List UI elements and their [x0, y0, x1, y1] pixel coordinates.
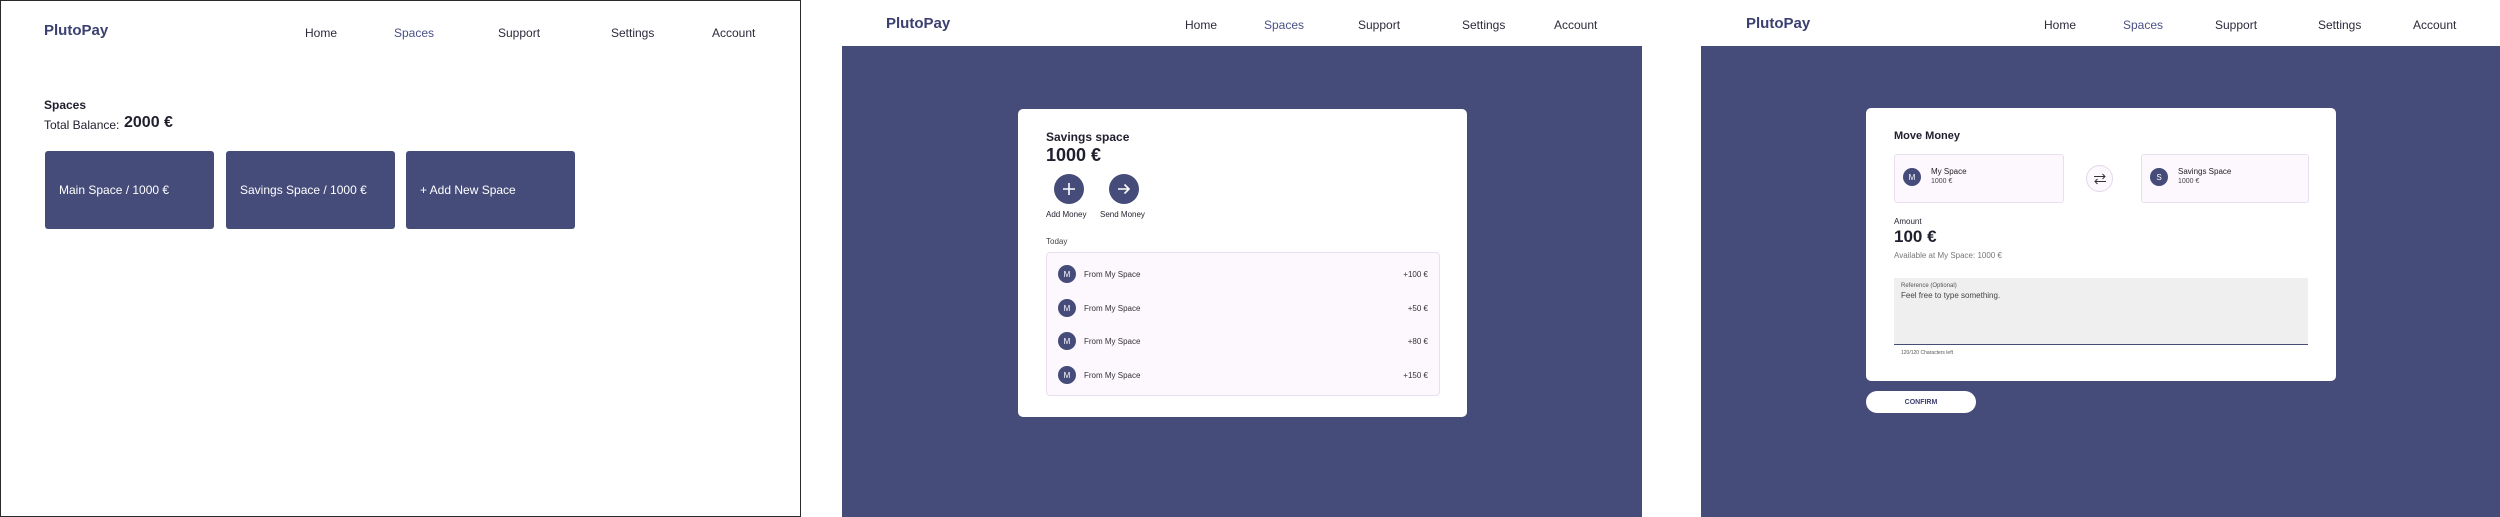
spaces-screen: PlutoPay Home Spaces Support Settings Ac…	[0, 0, 801, 517]
confirm-button[interactable]: CONFIRM	[1866, 391, 1976, 413]
avatar: M	[1058, 366, 1076, 384]
logo[interactable]: PlutoPay	[1746, 15, 1810, 32]
savings-card: Savings space 1000 € Add Money Send Mone…	[1018, 109, 1467, 417]
send-money-button[interactable]	[1109, 174, 1139, 204]
logo[interactable]: PlutoPay	[44, 22, 108, 39]
char-count: 120/120 Characters left	[1901, 350, 1953, 356]
nav-support[interactable]: Support	[1358, 18, 1400, 32]
main-space-tile[interactable]: Main Space / 1000 €	[45, 151, 214, 229]
to-account-name: Savings Space	[2178, 167, 2232, 176]
nav-settings[interactable]: Settings	[1462, 18, 1505, 32]
move-money-card: Move Money M My Space 1000 € S Savings S…	[1866, 108, 2336, 381]
add-money-label[interactable]: Add Money	[1046, 210, 1086, 219]
page-title: Spaces	[44, 98, 87, 112]
reference-placeholder: Feel free to type something.	[1901, 291, 2001, 300]
savings-space-tile[interactable]: Savings Space / 1000 €	[226, 151, 395, 229]
amount-input[interactable]: 100 €	[1894, 227, 1937, 247]
avatar: M	[1058, 299, 1076, 317]
swap-button[interactable]	[2086, 165, 2113, 192]
transaction-amount: +80 €	[1407, 337, 1428, 346]
top-nav: PlutoPay Home Spaces Support Settings Ac…	[1701, 0, 2500, 46]
transaction-amount: +100 €	[1403, 270, 1428, 279]
from-account-name: My Space	[1931, 167, 1967, 176]
nav-spaces[interactable]: Spaces	[1264, 18, 1304, 32]
nav-account[interactable]: Account	[2413, 18, 2456, 32]
avatar: M	[1058, 265, 1076, 283]
nav-account[interactable]: Account	[712, 26, 755, 40]
nav-home[interactable]: Home	[305, 26, 337, 40]
to-account[interactable]: S Savings Space 1000 €	[2141, 154, 2309, 203]
nav-home[interactable]: Home	[2044, 18, 2076, 32]
reference-field[interactable]: Reference (Optional) Feel free to type s…	[1894, 278, 2308, 345]
avatar: S	[2150, 168, 2168, 186]
list-item[interactable]: M From My Space +150 €	[1047, 359, 1439, 393]
list-item[interactable]: M From My Space +80 €	[1047, 325, 1439, 359]
send-money-label[interactable]: Send Money	[1100, 210, 1145, 219]
plus-icon	[1063, 183, 1075, 195]
transaction-amount: +50 €	[1407, 304, 1428, 313]
list-item[interactable]: M From My Space +100 €	[1047, 258, 1439, 292]
avatar: M	[1903, 168, 1921, 186]
space-amount: 1000 €	[1046, 145, 1102, 165]
total-balance-label: Total Balance:	[44, 118, 120, 132]
nav-support[interactable]: Support	[2215, 18, 2257, 32]
available-balance-text: Available at My Space: 1000 €	[1894, 251, 2002, 260]
move-money-screen: PlutoPay Home Spaces Support Settings Ac…	[1701, 0, 2500, 517]
top-nav: PlutoPay Home Spaces Support Settings Ac…	[842, 0, 1642, 46]
to-account-balance: 1000 €	[2178, 178, 2200, 185]
logo[interactable]: PlutoPay	[886, 15, 950, 32]
arrow-right-icon	[1118, 183, 1131, 195]
list-item[interactable]: M From My Space +50 €	[1047, 292, 1439, 326]
card-title: Move Money	[1894, 130, 1961, 142]
amount-label: Amount	[1894, 217, 1922, 226]
from-account-balance: 1000 €	[1931, 178, 1953, 185]
total-balance-value: 2000 €	[124, 114, 173, 131]
transaction-label: From My Space	[1084, 337, 1141, 346]
nav-spaces[interactable]: Spaces	[394, 26, 434, 40]
from-account[interactable]: M My Space 1000 €	[1894, 154, 2064, 203]
add-money-button[interactable]	[1054, 174, 1084, 204]
nav-account[interactable]: Account	[1554, 18, 1597, 32]
swap-arrows-icon	[2093, 173, 2106, 184]
nav-spaces[interactable]: Spaces	[2123, 18, 2163, 32]
nav-settings[interactable]: Settings	[611, 26, 654, 40]
transaction-label: From My Space	[1084, 304, 1141, 313]
space-title: Savings space	[1046, 130, 1130, 144]
avatar: M	[1058, 332, 1076, 350]
top-nav: PlutoPay Home Spaces Support Settings Ac…	[1, 1, 800, 61]
savings-space-screen: PlutoPay Home Spaces Support Settings Ac…	[842, 0, 1642, 517]
transaction-label: From My Space	[1084, 371, 1141, 380]
transaction-label: From My Space	[1084, 270, 1141, 279]
transaction-amount: +150 €	[1403, 371, 1428, 380]
add-new-space-tile[interactable]: + Add New Space	[406, 151, 575, 229]
section-today: Today	[1046, 237, 1068, 246]
nav-home[interactable]: Home	[1185, 18, 1217, 32]
nav-support[interactable]: Support	[498, 26, 540, 40]
transaction-list: M From My Space +100 € M From My Space +…	[1046, 252, 1440, 396]
nav-settings[interactable]: Settings	[2318, 18, 2361, 32]
reference-label: Reference (Optional)	[1901, 283, 1957, 289]
